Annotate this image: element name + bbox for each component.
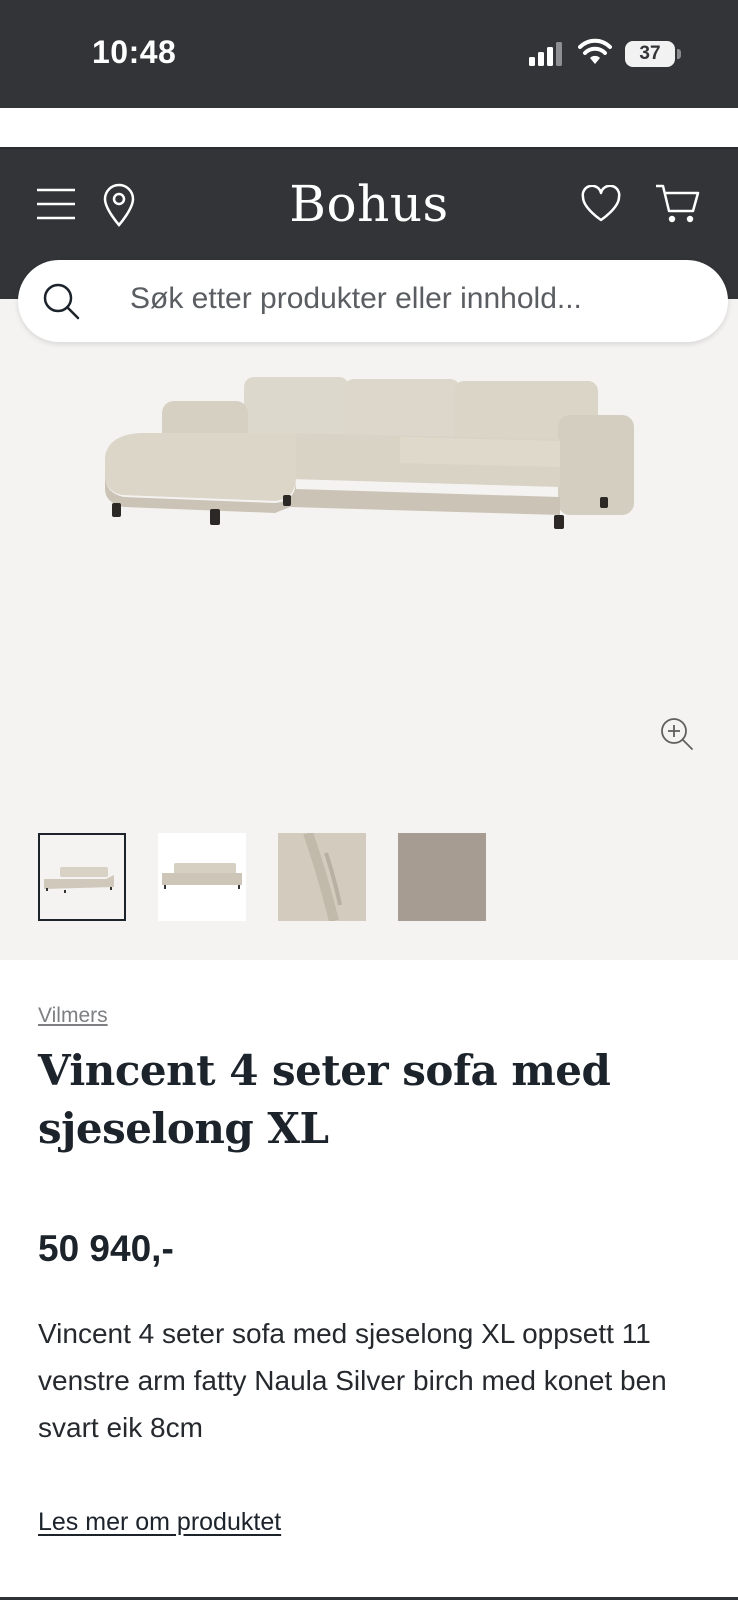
search-input[interactable]: Søk etter produkter eller innhold... xyxy=(130,282,582,316)
bohus-logo[interactable]: Bohus xyxy=(0,175,738,233)
search-bar[interactable]: Søk etter produkter eller innhold... xyxy=(18,260,728,342)
thumbnail-fabric-swatch[interactable] xyxy=(398,833,486,921)
thumbnail-sofa-front[interactable] xyxy=(158,833,246,921)
thumbnail-fabric-closeup[interactable] xyxy=(278,833,366,921)
signal-icon xyxy=(529,42,565,66)
brand-link[interactable]: Vilmers xyxy=(38,1004,108,1028)
status-time: 10:48 xyxy=(92,34,177,70)
zoom-in-icon[interactable] xyxy=(660,717,694,751)
product-title: Vincent 4 seter sofa med sjeselong XL xyxy=(38,1046,611,1153)
thumbnail-sofa-angle[interactable] xyxy=(38,833,126,921)
product-description: Vincent 4 seter sofa med sjeselong XL op… xyxy=(38,1318,667,1443)
product-image[interactable] xyxy=(100,369,640,544)
heart-icon[interactable] xyxy=(580,185,622,223)
cart-icon[interactable] xyxy=(654,183,700,225)
battery-tip xyxy=(677,49,681,59)
product-gallery xyxy=(0,299,738,960)
status-bar: 10:48 37 bohus.no xyxy=(0,0,738,133)
read-more-link[interactable]: Les mer om produktet xyxy=(38,1508,281,1537)
search-icon[interactable] xyxy=(42,282,80,320)
wifi-icon xyxy=(578,38,612,64)
product-price: 50 940,- xyxy=(38,1228,174,1269)
battery-icon: 37 xyxy=(625,41,675,67)
url-bar[interactable]: bohus.no xyxy=(0,106,738,134)
